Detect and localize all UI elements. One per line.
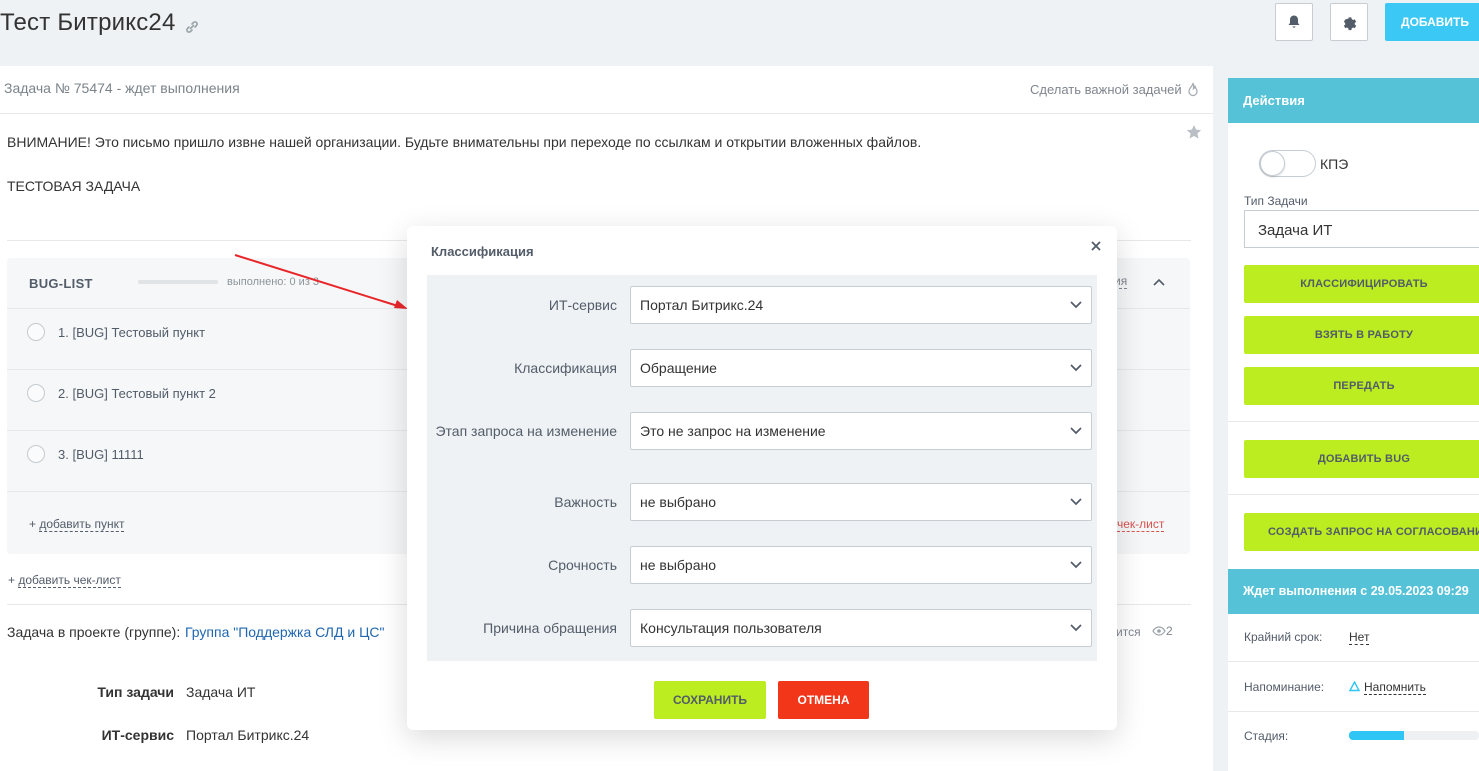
field-label-it-service: ИТ-сервис [548, 297, 617, 313]
make-important-link[interactable]: Сделать важной задачей [1030, 82, 1182, 97]
add-checklist-link[interactable]: + добавить чек-лист [8, 573, 121, 588]
stage-label: Стадия: [1244, 729, 1289, 743]
checkbox-circle[interactable] [27, 384, 45, 402]
notifications-button[interactable] [1275, 3, 1313, 41]
reminder-link[interactable]: Напомнить [1364, 680, 1426, 695]
field-label-change-stage: Этап запроса на изменение [435, 423, 617, 439]
reminder-label: Напоминание: [1244, 680, 1325, 694]
kpe-label: КПЭ [1320, 156, 1349, 172]
close-icon[interactable] [1089, 239, 1103, 253]
it-service-select[interactable]: Портал Битрикс.24 [630, 286, 1092, 324]
divider [1228, 711, 1479, 712]
kpe-toggle-knob[interactable] [1260, 151, 1285, 176]
bell-triangle-icon [1349, 681, 1360, 692]
deadline-value[interactable]: Нет [1349, 630, 1370, 645]
deadline-link[interactable]: Нет [1349, 630, 1370, 645]
chevron-down-icon [1070, 364, 1082, 372]
checklist-item-label: 2. [BUG] Тестовый пункт 2 [58, 385, 216, 401]
field-label-classification: Классификация [514, 360, 617, 376]
classify-button[interactable]: КЛАССИФИЦИРОВАТЬ [1244, 265, 1479, 303]
chevron-down-icon [1070, 498, 1082, 506]
task-type-select[interactable]: Задача ИТ [1244, 210, 1479, 248]
change-stage-select[interactable]: Это не запрос на изменение [630, 412, 1092, 450]
plus-sign: + [8, 573, 16, 587]
classification-select[interactable]: Обращение [630, 349, 1092, 387]
chevron-down-icon [1070, 427, 1082, 435]
task-header: Задача № 75474 - ждет выполнения Сделать… [0, 66, 1213, 114]
prop-value-it-service: Портал Битрикс.24 [186, 727, 310, 743]
cancel-button[interactable]: ОТМЕНА [778, 681, 869, 719]
link-icon[interactable] [184, 19, 200, 35]
reason-value: Консультация пользователя [640, 620, 822, 636]
checkbox-circle[interactable] [27, 323, 45, 341]
page-title: Тест Битрикс24 [0, 9, 176, 36]
checklist-item[interactable]: 3. [BUG] 11111 [27, 445, 144, 463]
chevron-up-icon[interactable] [1153, 278, 1165, 286]
checklist-right-link[interactable]: чек-лист [1117, 517, 1165, 532]
importance-select[interactable]: не выбрано [630, 483, 1092, 521]
modal-form: ИТ-сервис Портал Битрикс.24 Классификаци… [427, 275, 1097, 661]
reason-select[interactable]: Консультация пользователя [630, 609, 1092, 647]
add-checklist-label: добавить чек-лист [18, 573, 121, 588]
annotation-arrow [234, 254, 408, 309]
chevron-down-icon [1070, 624, 1082, 632]
task-description: ТЕСТОВАЯ ЗАДАЧА [7, 178, 141, 194]
it-service-value: Портал Битрикс.24 [640, 297, 764, 313]
importance-value: не выбрано [640, 494, 717, 510]
checklist-item-label: 3. [BUG] 11111 [58, 446, 144, 462]
checklist-item[interactable]: 1. [BUG] Тестовый пункт [27, 323, 205, 341]
views-count: 2 [1166, 624, 1173, 638]
take-to-work-button[interactable]: ВЗЯТЬ В РАБОТУ [1244, 316, 1479, 354]
prop-value-task-type: Задача ИТ [186, 684, 256, 700]
save-button[interactable]: СОХРАНИТЬ [654, 681, 766, 719]
field-label-urgency: Срочность [548, 557, 617, 573]
divider [1228, 494, 1479, 495]
stage-bar-fill [1349, 731, 1404, 740]
stage-bar[interactable] [1349, 731, 1479, 740]
add-item-label: добавить пункт [39, 517, 125, 532]
divider [1228, 661, 1479, 662]
add-button[interactable]: ДОБАВИТЬ [1385, 3, 1479, 41]
reminder-value[interactable]: Напомнить [1364, 680, 1426, 695]
checklist-progress-bar [138, 280, 218, 284]
star-icon[interactable] [1186, 124, 1202, 140]
chevron-down-icon [1070, 301, 1082, 309]
field-label-reason: Причина обращения [483, 620, 617, 636]
eye-icon [1152, 626, 1166, 636]
classification-modal: Классификация ИТ-сервис Портал Битрикс.2… [407, 226, 1117, 730]
create-approval-request-button[interactable]: СОЗДАТЬ ЗАПРОС НА СОГЛАСОВАНИЕ [1244, 513, 1479, 551]
change-stage-value: Это не запрос на изменение [640, 423, 826, 439]
chevron-down-icon [1070, 561, 1082, 569]
status-panel-title: Ждет выполнения с 29.05.2023 09:29 [1228, 569, 1479, 614]
checkbox-circle[interactable] [27, 445, 45, 463]
gear-icon [1343, 16, 1356, 30]
add-bug-button[interactable]: ДОБАВИТЬ BUG [1244, 440, 1479, 478]
external-mail-warning: ВНИМАНИЕ! Это письмо пришло извне нашей … [7, 134, 922, 150]
actions-panel-title: Действия [1228, 78, 1479, 123]
deadline-label: Крайний срок: [1244, 630, 1323, 644]
divider [1228, 421, 1479, 422]
settings-button[interactable] [1330, 3, 1368, 41]
transfer-button[interactable]: ПЕРЕДАТЬ [1244, 367, 1479, 405]
checklist-item-label: 1. [BUG] Тестовый пункт [58, 324, 206, 340]
project-label: Задача в проекте (группе): [7, 624, 181, 640]
urgency-value: не выбрано [640, 557, 717, 573]
classification-value: Обращение [640, 360, 717, 376]
prop-label-task-type: Тип задачи [97, 684, 174, 700]
project-link[interactable]: Группа "Поддержка СЛД и ЦС" [185, 624, 385, 640]
task-type-label: Тип Задачи [1244, 194, 1308, 208]
project-right-text: ится [1116, 625, 1141, 639]
checklist-item[interactable]: 2. [BUG] Тестовый пункт 2 [27, 384, 216, 402]
task-number-status: Задача № 75474 - ждет выполнения [4, 80, 240, 96]
plus-sign: + [29, 517, 37, 531]
add-item-link[interactable]: + добавить пункт [29, 517, 125, 532]
checklist-title: BUG-LIST [29, 276, 93, 291]
field-label-importance: Важность [554, 494, 617, 510]
prop-label-it-service: ИТ-сервис [101, 727, 174, 743]
bell-icon [1288, 15, 1300, 28]
modal-title: Классификация [431, 244, 534, 259]
flame-icon[interactable] [1186, 82, 1200, 98]
urgency-select[interactable]: не выбрано [630, 546, 1092, 584]
